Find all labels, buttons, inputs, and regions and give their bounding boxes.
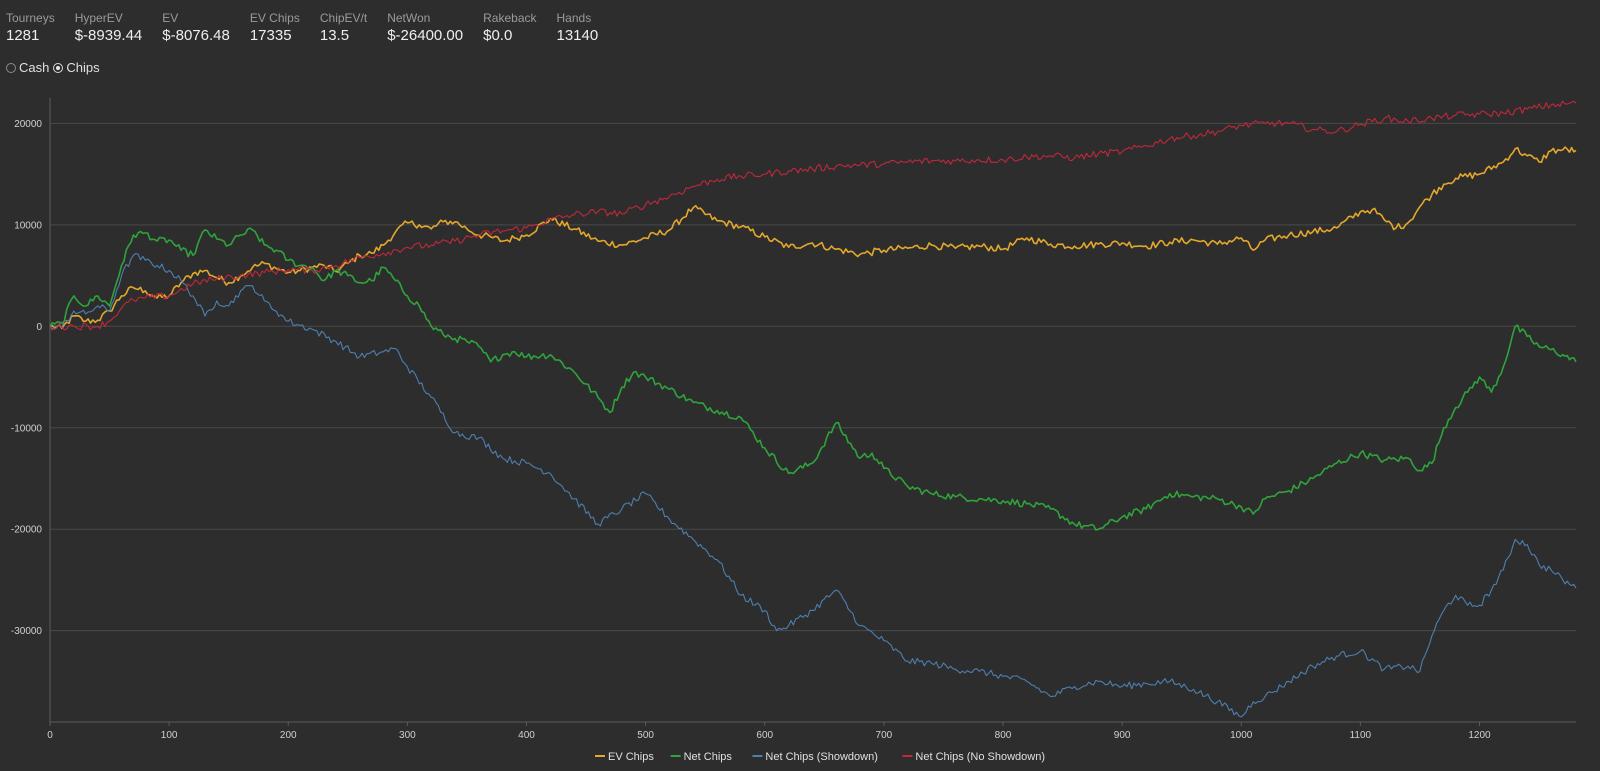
x-tick-label: 200 [280, 730, 297, 741]
y-tick-label: 10000 [14, 220, 42, 231]
y-tick-label: -30000 [11, 626, 43, 637]
y-tick-label: -10000 [11, 423, 43, 434]
profit-line-chart: 20000 10000 0 -10000 -20000 -30000 0 100 200 300… [11, 98, 1577, 763]
axes [49, 98, 1576, 726]
x-tick-label: 900 [1114, 730, 1131, 741]
y-tick-label: 20000 [14, 119, 42, 130]
x-tick-label: 300 [399, 730, 416, 741]
y-tick-label: 0 [36, 322, 42, 333]
series-line-net-chips [49, 227, 1577, 531]
legend-item-label: Net Chips [684, 751, 733, 763]
y-tick-label: -20000 [11, 525, 43, 536]
x-tick-label: 0 [47, 730, 53, 741]
x-tick-label: 1100 [1350, 730, 1372, 741]
x-tick-label: 1000 [1230, 730, 1253, 741]
x-tick-label: 400 [518, 730, 535, 741]
series-line-net-chips-no-showdown [49, 100, 1577, 331]
x-tick-label: 600 [756, 730, 773, 741]
series-line-ev-chips [49, 146, 1577, 330]
grid-lines [50, 122, 1576, 632]
legend-item-label: EV Chips [608, 751, 654, 763]
x-tick-label: 700 [876, 730, 893, 741]
y-axis-tick-labels: 20000 10000 0 -10000 -20000 -30000 [11, 119, 43, 637]
x-tick-label: 800 [995, 730, 1012, 741]
legend: EV Chips Net Chips Net Chips (Showdown) Net… [595, 751, 1045, 763]
x-tick-label: 1200 [1468, 730, 1491, 741]
legend-item-label: Net Chips (No Showdown) [915, 751, 1045, 763]
series-line-net-chips-showdown [49, 252, 1577, 718]
series-lines [49, 100, 1577, 718]
x-axis-tick-labels: 0 100 200 300 400 500 600 700 800 900 1000 1100 1200 [47, 730, 1491, 741]
legend-item-label: Net Chips (Showdown) [765, 751, 878, 763]
x-tick-label: 100 [161, 730, 178, 741]
x-tick-label: 500 [637, 730, 654, 741]
